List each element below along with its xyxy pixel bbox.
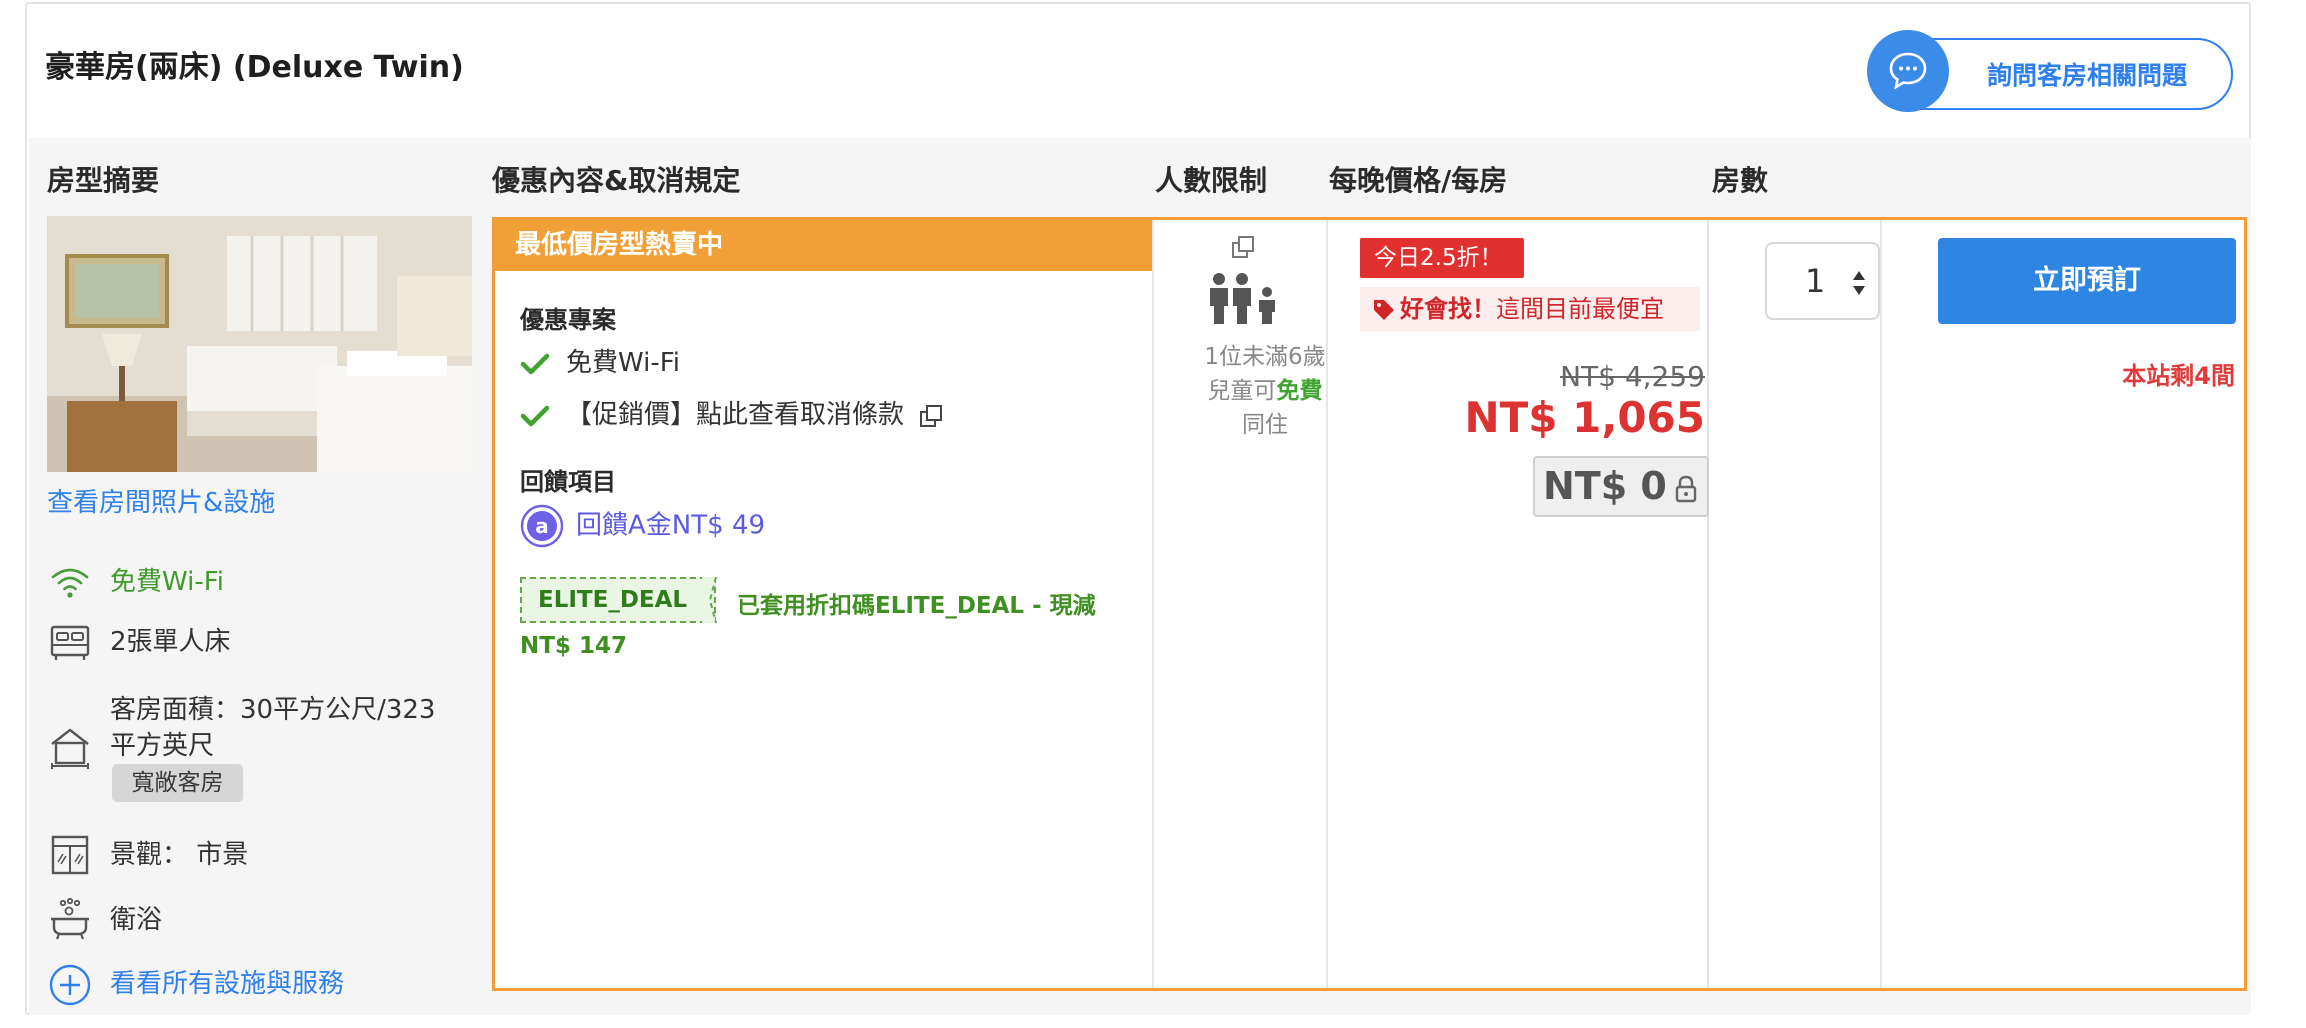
points-price: NT$ 0 (1543, 464, 1667, 508)
coupon-applied-text: 已套用折扣碼ELITE_DEAL - 現減 (737, 593, 1096, 619)
column-header-summary: 房型摘要 (47, 164, 160, 197)
view-room-photos-link[interactable]: 查看房間照片&設施 (47, 482, 275, 519)
price-tag-icon (1374, 300, 1394, 320)
column-header-offers: 優惠內容&取消規定 (492, 164, 741, 197)
a-coin-icon: a (520, 504, 564, 548)
book-now-button[interactable]: 立即預訂 (1938, 238, 2236, 324)
plus-circle-icon[interactable] (47, 962, 93, 1008)
column-divider (1152, 220, 1154, 988)
rate-plan-box: 最低價房型熱賣中 優惠專案 免費Wi-Fi 【促銷價】點此查看取消條款 回饋項目… (492, 217, 2247, 991)
room-card: 豪華房(兩床) (Deluxe Twin) 詢問客房相關問題 房型摘要 優惠內容… (25, 2, 2251, 1015)
promo-title: 優惠專案 (520, 306, 616, 334)
occupancy-note: 1位未滿6歲 兒童可免費 同住 (1175, 340, 1355, 442)
room-title: 豪華房(兩床) (Deluxe Twin) (45, 50, 464, 85)
spacious-room-badge: 寬敞客房 (112, 764, 243, 802)
original-price: NT$ 4,259 (1560, 360, 1705, 393)
good-find-text: 這間目前最便宜 (1496, 295, 1664, 323)
reward-item: a 回饋A金NT$ 49 (520, 504, 765, 548)
room-quantity-select[interactable]: 1 (1765, 242, 1880, 320)
promo-item-wifi: 免費Wi-Fi (520, 342, 680, 379)
ask-room-question-label[interactable]: 詢問客房相關問題 (1987, 56, 2187, 92)
rooms-remaining: 本站剩4間 (2122, 362, 2235, 390)
room-quantity-value: 1 (1805, 262, 1826, 300)
bed-icon (47, 619, 93, 665)
points-price-box[interactable]: NT$ 0 (1533, 456, 1709, 517)
column-divider (1707, 220, 1709, 988)
check-icon (520, 405, 550, 426)
amenity-wifi: 免費Wi-Fi (110, 567, 225, 597)
column-divider (1880, 220, 1882, 988)
column-header-rooms: 房數 (1712, 164, 1769, 197)
amenity-beds: 2張單人床 (110, 627, 231, 657)
window-icon (47, 832, 93, 878)
check-icon (520, 353, 550, 374)
column-divider (1326, 220, 1328, 988)
chat-bubble-icon[interactable] (1867, 30, 1949, 112)
lock-icon (1675, 475, 1697, 503)
bathtub-icon (47, 897, 93, 943)
good-find-banner: 好會找！這間目前最便宜 (1360, 287, 1700, 331)
coupon-code-tag: ELITE_DEAL (520, 577, 716, 623)
promo-item-cancellation[interactable]: 【促銷價】點此查看取消條款 (520, 394, 944, 431)
house-icon (47, 724, 93, 770)
occupancy-line2: 兒童可免費 (1175, 374, 1355, 408)
reward-amount: 回饋A金NT$ 49 (576, 510, 766, 541)
select-arrows-icon (1853, 271, 1865, 295)
discount-tag: 今日2.5折！ (1360, 238, 1524, 278)
good-find-label: 好會找！ (1400, 295, 1496, 323)
promo-item-label: 免費Wi-Fi (566, 348, 681, 378)
occupancy-line3: 同住 (1242, 412, 1288, 438)
hot-selling-banner: 最低價房型熱賣中 (495, 220, 1152, 271)
room-photo[interactable] (47, 216, 472, 472)
external-link-icon[interactable] (1230, 234, 1256, 260)
external-link-icon[interactable] (918, 403, 944, 429)
occupancy-free-label: 免費 (1276, 378, 1323, 404)
view-all-facilities-link[interactable]: 看看所有設施與服務 (110, 966, 344, 1002)
amenity-room-size: 客房面積：30平方公尺/323 平方英尺 (110, 692, 435, 764)
amenity-view: 景觀： 市景 (110, 840, 249, 870)
wifi-icon (47, 559, 93, 605)
coupon-discount-amount: NT$ 147 (520, 633, 627, 659)
cancellation-terms-link[interactable]: 【促銷價】點此查看取消條款 (566, 400, 904, 430)
coupon-tag-notch (702, 576, 717, 624)
occupancy-line1: 1位未滿6歲 (1204, 344, 1326, 370)
amenity-room-size-line2: 平方英尺 (110, 731, 215, 761)
occupancy-people-icon (1210, 273, 1275, 324)
reward-title: 回饋項目 (520, 468, 616, 496)
amenity-bathroom: 衛浴 (110, 905, 163, 935)
amenity-room-size-line1: 客房面積：30平方公尺/323 (110, 695, 436, 725)
column-header-price: 每晚價格/每房 (1329, 164, 1508, 197)
current-price: NT$ 1,065 (1464, 393, 1706, 442)
svg-text:a: a (535, 514, 549, 538)
column-header-occupancy: 人數限制 (1155, 164, 1268, 197)
occupancy-line2-prefix: 兒童可 (1207, 378, 1277, 404)
